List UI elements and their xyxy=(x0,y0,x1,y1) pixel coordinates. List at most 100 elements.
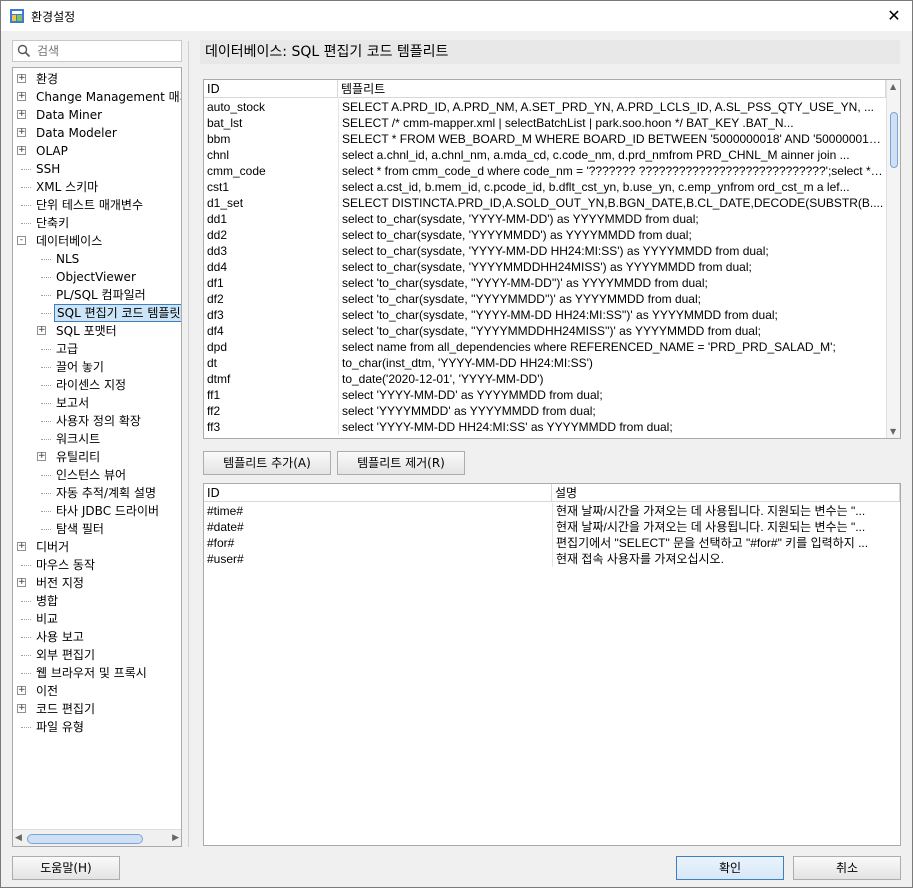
tree-item[interactable]: 자동 추적/계획 설명 xyxy=(13,484,181,502)
tree-item[interactable]: 사용 보고 xyxy=(13,628,181,646)
tree-item[interactable]: 병합 xyxy=(13,592,181,610)
tree-item[interactable]: 워크시트 xyxy=(13,430,181,448)
collapse-icon[interactable]: - xyxy=(17,236,26,245)
tree-item[interactable]: + 유틸리티 xyxy=(13,448,181,466)
tree-item[interactable]: 파일 유형 xyxy=(13,718,181,736)
cancel-button[interactable]: 취소 xyxy=(793,856,901,880)
tree-item-label: 끌어 놓기 xyxy=(56,360,104,374)
expand-icon[interactable]: + xyxy=(17,542,26,551)
scroll-up-icon[interactable]: ▲ xyxy=(890,82,896,91)
expand-icon[interactable]: + xyxy=(37,326,46,335)
table-row[interactable]: dd1 select to_char(sysdate, 'YYYY-MM-DD')… xyxy=(204,211,886,227)
scroll-thumb[interactable] xyxy=(27,834,143,844)
tree-item[interactable]: + 이전 xyxy=(13,682,181,700)
tree-item[interactable]: 고급 xyxy=(13,340,181,358)
tree-item[interactable]: + OLAP xyxy=(13,142,181,160)
tree-item[interactable]: + 코드 편집기 xyxy=(13,700,181,718)
table-row[interactable]: dt to_char(inst_dtm, 'YYYY-MM-DD HH24:MI:… xyxy=(204,355,886,371)
tree-item[interactable]: + 버전 지정 xyxy=(13,574,181,592)
table-row[interactable]: dd2 select to_char(sysdate, 'YYYYMMDD') a… xyxy=(204,227,886,243)
table-row[interactable]: df3 select 'to_char(sysdate, ''YYYY-MM-DD… xyxy=(204,307,886,323)
table-row[interactable]: cmm_code select * from cmm_code_d where c… xyxy=(204,163,886,179)
tree-item[interactable]: 마우스 동작 xyxy=(13,556,181,574)
scroll-left-icon[interactable]: ◀ xyxy=(15,833,22,843)
search-input[interactable] xyxy=(35,42,175,60)
table-row[interactable]: df2 select 'to_char(sysdate, ''YYYYMMDD''… xyxy=(204,291,886,307)
table-row[interactable]: df1 select 'to_char(sysdate, ''YYYY-MM-DD… xyxy=(204,275,886,291)
tree-item[interactable]: SQL 편집기 코드 템플릿 xyxy=(13,304,181,322)
help-button[interactable]: 도움말(H) xyxy=(12,856,120,880)
tree-item[interactable]: SSH xyxy=(13,160,181,178)
table-row[interactable]: bbm SELECT * FROM WEB_BOARD_M WHERE BOARD… xyxy=(204,131,886,147)
column-header[interactable]: 템플리트 xyxy=(338,80,886,98)
tree-item[interactable]: PL/SQL 컴파일러 xyxy=(13,286,181,304)
tree-item[interactable]: XML 스키마 xyxy=(13,178,181,196)
tree-item[interactable]: + Data Modeler xyxy=(13,124,181,142)
tree-item[interactable]: 라이센스 지정 xyxy=(13,376,181,394)
tree-item[interactable]: + 디버거 xyxy=(13,538,181,556)
id-cell: ff3 xyxy=(207,420,221,434)
tree-item[interactable]: + SQL 포맷터 xyxy=(13,322,181,340)
expand-icon[interactable]: + xyxy=(17,578,26,587)
expand-icon[interactable]: + xyxy=(17,704,26,713)
tree-item[interactable]: 외부 편집기 xyxy=(13,646,181,664)
column-header[interactable]: ID xyxy=(204,484,552,502)
table-row[interactable]: dpd select name from all_dependencies whe… xyxy=(204,339,886,355)
tree-item[interactable]: - 데이터베이스 xyxy=(13,232,181,250)
table-row[interactable]: #user# 현재 접속 사용자를 가져오십시오. xyxy=(204,551,900,567)
table-row[interactable]: #for# 편집기에서 "SELECT" 문을 선택하고 "#for#" 키를 입… xyxy=(204,535,900,551)
expand-icon[interactable]: + xyxy=(17,74,26,83)
table-row[interactable]: dtmf to_date('2020-12-01', 'YYYY-MM-DD') xyxy=(204,371,886,387)
tree-item[interactable]: + 환경 xyxy=(13,70,181,88)
expand-icon[interactable]: + xyxy=(37,452,46,461)
tree-item[interactable]: ObjectViewer xyxy=(13,268,181,286)
expand-icon[interactable]: + xyxy=(17,110,26,119)
value-cell: SELECT /* cmm-mapper.xml | selectBatchLi… xyxy=(338,115,884,131)
tree-item[interactable]: 단축키 xyxy=(13,214,181,232)
column-header[interactable]: ID xyxy=(204,80,338,98)
table-row[interactable]: cst1 select a.cst_id, b.mem_id, c.pcode_i… xyxy=(204,179,886,195)
column-header[interactable]: 설명 xyxy=(552,484,900,502)
tree-item[interactable]: NLS xyxy=(13,250,181,268)
table-row[interactable]: #date# 현재 날짜/시간을 가져오는 데 사용됩니다. 지원되는 변수는 "… xyxy=(204,519,900,535)
expand-icon[interactable]: + xyxy=(17,146,26,155)
table-row[interactable]: auto_stock SELECT A.PRD_ID, A.PRD_NM, A.S… xyxy=(204,99,886,115)
add-template-button[interactable]: 템플리트 추가(A) xyxy=(203,451,331,475)
table-row[interactable]: ff3 select 'YYYY-MM-DD HH24:MI:SS' as YYY… xyxy=(204,419,886,435)
close-icon: ✕ xyxy=(887,6,901,25)
tree-item[interactable]: 끌어 놓기 xyxy=(13,358,181,376)
tree-item[interactable]: 비교 xyxy=(13,610,181,628)
close-button[interactable]: ✕ xyxy=(880,3,908,29)
table-row[interactable]: ff2 select 'YYYYMMDD' as YYYYMMDD from du… xyxy=(204,403,886,419)
expand-icon[interactable]: + xyxy=(17,686,26,695)
tree-item[interactable]: 웹 브라우저 및 프록시 xyxy=(13,664,181,682)
table-row[interactable]: df4 select 'to_char(sysdate, ''YYYYMMDDHH… xyxy=(204,323,886,339)
tree-item[interactable]: 탐색 필터 xyxy=(13,520,181,538)
remove-template-button[interactable]: 템플리트 제거(R) xyxy=(337,451,465,475)
table-row[interactable]: dd3 select to_char(sysdate, 'YYYY-MM-DD H… xyxy=(204,243,886,259)
expand-icon[interactable]: + xyxy=(17,128,26,137)
scroll-right-icon[interactable]: ▶ xyxy=(172,833,179,843)
tree-item[interactable]: 인스턴스 뷰어 xyxy=(13,466,181,484)
tree-item[interactable]: 단위 테스트 매개변수 xyxy=(13,196,181,214)
tree-item[interactable]: + Data Miner xyxy=(13,106,181,124)
panel-splitter[interactable] xyxy=(188,41,190,847)
expand-icon[interactable]: + xyxy=(17,92,26,101)
table-row[interactable]: d1_set SELECT DISTINCTA.PRD_ID,A.SOLD_OUT… xyxy=(204,195,886,211)
tree-item[interactable]: 사용자 정의 확장 xyxy=(13,412,181,430)
tree-item[interactable]: + Change Management 매개변수 xyxy=(13,88,181,106)
scroll-down-icon[interactable]: ▼ xyxy=(890,427,896,436)
table-row[interactable]: chnl select a.chnl_id, a.chnl_nm, a.mda_c… xyxy=(204,147,886,163)
tree-item[interactable]: 보고서 xyxy=(13,394,181,412)
tree-item-label: 라이센스 지정 xyxy=(56,378,127,392)
table-row[interactable]: dd4 select to_char(sysdate, 'YYYYMMDDHH24… xyxy=(204,259,886,275)
table-row[interactable]: #time# 현재 날짜/시간을 가져오는 데 사용됩니다. 지원되는 변수는 "… xyxy=(204,503,900,519)
table-row[interactable]: ff1 select 'YYYY-MM-DD' as YYYYMMDD from … xyxy=(204,387,886,403)
scroll-thumb[interactable] xyxy=(890,112,898,168)
vertical-scrollbar[interactable]: ▲ ▼ xyxy=(886,80,900,438)
tree-connector xyxy=(21,187,31,188)
ok-button[interactable]: 확인 xyxy=(676,856,784,880)
table-row[interactable]: bat_lst SELECT /* cmm-mapper.xml | selec… xyxy=(204,115,886,131)
tree-horizontal-scrollbar[interactable]: ◀ ▶ xyxy=(13,829,181,846)
tree-item[interactable]: 타사 JDBC 드라이버 xyxy=(13,502,181,520)
